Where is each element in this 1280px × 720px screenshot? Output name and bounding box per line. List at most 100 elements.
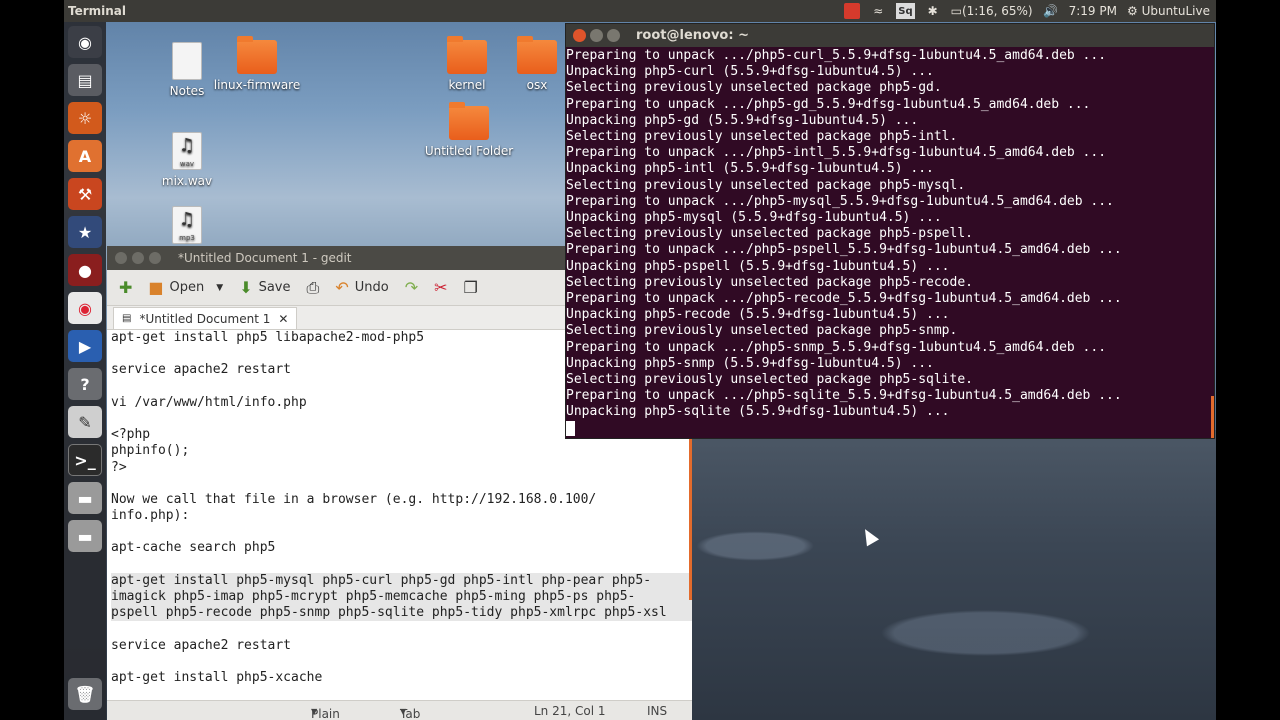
cut-button[interactable]: ✂	[428, 274, 453, 302]
gear-icon: ⚙	[1126, 4, 1138, 18]
terminal-output[interactable]: Preparing to unpack .../php5-curl_5.5.9+…	[566, 47, 1214, 438]
app-icon-blue[interactable]: ★	[68, 216, 102, 248]
undo-label: Undo	[354, 280, 389, 295]
scissors-icon: ✂	[434, 278, 448, 297]
trash-icon[interactable]: 🗑	[68, 678, 102, 710]
close-tab-icon[interactable]: ✕	[278, 312, 288, 326]
desktop-icon-label: linux-firmware	[213, 78, 301, 92]
audio-file-icon: ♫ wav	[172, 132, 202, 170]
editor-line: imagick php5-imap php5-mcrypt php5-memca…	[111, 589, 692, 606]
print-icon: ⎙	[306, 277, 320, 297]
redo-button[interactable]: ↷	[399, 274, 424, 302]
help-icon[interactable]: ?	[68, 368, 102, 400]
files-icon[interactable]: ▤	[68, 64, 102, 96]
battery-text: (1:16, 65%)	[961, 4, 1033, 18]
terminal-line: Unpacking php5-gd (5.5.9+dfsg-1ubuntu4.5…	[566, 112, 919, 128]
desktop-icon-mix-wav[interactable]: ♫ wav mix.wav	[142, 132, 232, 188]
folder-icon	[449, 102, 489, 140]
terminal-line: Selecting previously unselected package …	[566, 129, 958, 145]
terminal-line: Unpacking php5-pspell (5.5.9+dfsg-1ubunt…	[566, 258, 950, 274]
save-icon: ⬇	[239, 278, 253, 297]
document-icon: ▤	[122, 313, 132, 324]
new-document-button[interactable]: ✚	[113, 274, 138, 302]
document-icon	[172, 42, 202, 80]
firefox-icon[interactable]: ☼	[68, 102, 102, 134]
document-tab[interactable]: ▤ *Untitled Document 1 ✕	[113, 307, 298, 329]
desktop-icon-untitled-folder[interactable]: Untitled Folder	[422, 102, 516, 158]
panel-indicators: ≈ Sq ✱ ▭ (1:16, 65%) 🔊 7:19 PM ⚙ UbuntuL…	[844, 0, 1210, 22]
terminal-window[interactable]: root@lenovo: ~ Preparing to unpack .../p…	[565, 23, 1215, 439]
drive-icon-2[interactable]: ▬	[68, 520, 102, 552]
open-label: Open	[169, 280, 205, 295]
system-settings-icon[interactable]: ⚒	[68, 178, 102, 210]
open-button[interactable]: ■ Open ▼	[142, 274, 229, 302]
terminal-line: Unpacking php5-mysql (5.5.9+dfsg-1ubuntu…	[566, 210, 942, 226]
maximize-button[interactable]	[607, 29, 620, 42]
terminal-line: Unpacking php5-sqlite (5.5.9+dfsg-1ubunt…	[566, 404, 950, 420]
desktop-icon-linux-firmware[interactable]: linux-firmware	[212, 36, 302, 92]
desktop-icon-mp3[interactable]: ♫ mp3	[142, 206, 232, 248]
terminal-icon[interactable]: >_	[68, 444, 102, 476]
text-editor-icon[interactable]: ✎	[68, 406, 102, 438]
new-document-icon: ✚	[119, 278, 133, 297]
terminal-line: Preparing to unpack .../php5-pspell_5.5.…	[566, 242, 1122, 258]
terminal-line: Unpacking php5-intl (5.5.9+dfsg-1ubuntu4…	[566, 161, 934, 177]
audio-file-icon: ♫ mp3	[172, 206, 202, 244]
record-indicator-icon[interactable]	[844, 3, 861, 19]
terminal-line: Selecting previously unselected package …	[566, 274, 973, 290]
clock[interactable]: 7:19 PM	[1069, 3, 1117, 19]
dash-home-icon[interactable]: ◉	[68, 26, 102, 58]
close-button[interactable]	[573, 29, 586, 42]
app-icon-red[interactable]: ●	[68, 254, 102, 286]
scrollbar[interactable]	[1211, 396, 1214, 438]
maximize-button[interactable]	[149, 252, 161, 264]
wifi-icon[interactable]: ≈	[870, 3, 886, 19]
editor-line: apt-cache search php5	[111, 540, 276, 556]
terminal-line: Unpacking php5-recode (5.5.9+dfsg-1ubunt…	[566, 307, 950, 323]
drive-icon[interactable]: ▬	[68, 482, 102, 514]
terminal-titlebar[interactable]: root@lenovo: ~	[566, 24, 1214, 47]
close-button[interactable]	[115, 252, 127, 264]
editor-line: pspell php5-recode php5-snmp php5-sqlite…	[111, 605, 692, 622]
tab-label: *Untitled Document 1	[139, 311, 271, 326]
editor-line: ?>	[111, 459, 127, 475]
undo-icon: ↶	[335, 278, 349, 297]
minimize-button[interactable]	[132, 252, 144, 264]
launcher: ◉ ▤ ☼ A ⚒ ★ ● ◉ ▶ ? ✎ >_ ▬ ▬ 🗑	[64, 22, 106, 720]
save-button[interactable]: ⬇ Save	[233, 274, 296, 302]
window-title: root@lenovo: ~	[636, 28, 749, 43]
editor-line: info.php):	[111, 508, 190, 524]
sq-indicator[interactable]: Sq	[896, 3, 915, 19]
redo-icon: ↷	[404, 278, 419, 297]
editor-line: Now we call that file in a browser (e.g.…	[111, 491, 597, 507]
editor-line: apt-get install php5-xcache	[111, 669, 323, 685]
editor-line: apt-get install php5-mysql php5-curl php…	[111, 572, 692, 589]
desktop-icon-label: mix.wav	[161, 174, 213, 188]
battery-icon: ▭	[950, 4, 962, 18]
minimize-button[interactable]	[590, 29, 603, 42]
undo-button[interactable]: ↶ Undo	[329, 274, 394, 302]
copy-button[interactable]: ❐	[458, 274, 484, 302]
media-player-icon[interactable]: ▶	[68, 330, 102, 362]
bluetooth-icon[interactable]: ✱	[925, 3, 941, 19]
battery-indicator[interactable]: ▭ (1:16, 65%)	[951, 3, 1033, 19]
editor-line: service apache2 restart	[111, 637, 292, 653]
desktop-icon-label: kernel	[448, 78, 486, 92]
cursor-position: Ln 21, Col 1	[534, 704, 606, 718]
chevron-down-icon[interactable]: ▼	[216, 283, 223, 293]
audio-file-type: mp3	[179, 234, 195, 242]
print-button[interactable]: ⎙	[301, 274, 326, 302]
session-menu[interactable]: ⚙ UbuntuLive	[1127, 3, 1210, 19]
software-center-icon[interactable]: A	[68, 140, 102, 172]
desktop-icon-label: osx	[526, 78, 548, 92]
volume-icon[interactable]: 🔊	[1043, 3, 1059, 19]
terminal-line: Preparing to unpack .../php5-snmp_5.5.9+…	[566, 339, 1107, 355]
terminal-line: Selecting previously unselected package …	[566, 177, 966, 193]
terminal-line: Unpacking php5-curl (5.5.9+dfsg-1ubuntu4…	[566, 64, 934, 80]
chrome-icon[interactable]: ◉	[68, 292, 102, 324]
terminal-line: Preparing to unpack .../php5-intl_5.5.9+…	[566, 145, 1107, 161]
